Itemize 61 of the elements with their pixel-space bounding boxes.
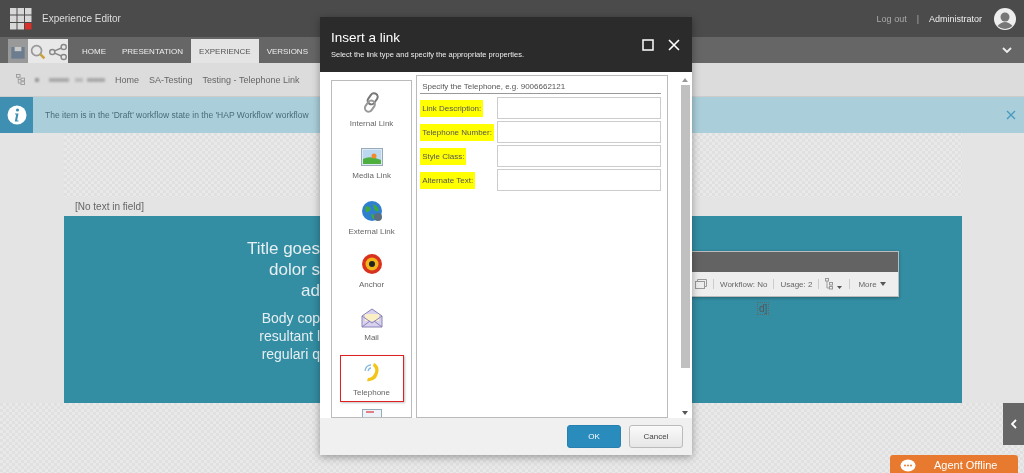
- link-type-item[interactable]: Telephone: [339, 355, 404, 403]
- chat-bubble-icon: [900, 459, 916, 473]
- globe-icon: [360, 199, 383, 222]
- target-icon: [360, 253, 383, 276]
- user-name[interactable]: Administrator: [929, 13, 982, 24]
- redacted-path-drawing: [35, 75, 105, 84]
- app-grid-logo-icon[interactable]: [10, 7, 32, 30]
- hero-body-line: regulari q: [261, 345, 320, 363]
- form-heading: Specify the Telephone, e.g. 9006662121: [420, 80, 662, 94]
- ribbon-tab[interactable]: EXPERIENCE: [191, 39, 259, 63]
- collapse-panel-button[interactable]: [1003, 403, 1024, 445]
- chat-button[interactable]: Agent Offline: [890, 455, 1018, 473]
- ribbon-tab[interactable]: PRESENTATION: [114, 39, 192, 63]
- hero-title-line: dolor s: [268, 259, 320, 280]
- chevron-left-icon: [1010, 419, 1017, 429]
- field-label: Telephone Number:: [420, 123, 494, 141]
- toolbar-info-text: Usage: 2: [780, 279, 813, 289]
- field-label: Alternate Text:: [420, 171, 476, 189]
- image-icon: [360, 148, 383, 166]
- breadcrumb-link[interactable]: Home: [115, 74, 139, 85]
- tree-dropdown-icon[interactable]: [825, 278, 844, 290]
- link-type-item[interactable]: Mail: [339, 301, 404, 349]
- breadcrumb-link[interactable]: SA-Testing: [149, 74, 193, 85]
- avatar-icon[interactable]: [994, 7, 1016, 30]
- ok-button[interactable]: OK: [567, 425, 621, 448]
- dialog-title: Insert a link: [331, 30, 402, 45]
- separator-text: |: [916, 13, 919, 24]
- cancel-button[interactable]: Cancel: [629, 425, 683, 448]
- more-dropdown[interactable]: More: [856, 279, 888, 289]
- field-label: Style Class:: [420, 147, 467, 165]
- caret-icon: [879, 282, 886, 286]
- ribbon-tab[interactable]: VERSIONS: [258, 39, 316, 63]
- field-label: Link Description:: [420, 99, 484, 117]
- link-type-item[interactable]: Anchor: [339, 248, 404, 295]
- logout-link[interactable]: Log out: [876, 13, 907, 24]
- text-input[interactable]: [497, 145, 662, 167]
- notification-text: The item is in the 'Draft' workflow state in the 'HAP Workflow' workflow: [45, 110, 309, 120]
- toolbar-info-text: Workflow: No: [720, 279, 768, 289]
- text-input[interactable]: [497, 169, 662, 191]
- link-type-item[interactable]: Internal Link: [339, 87, 404, 134]
- maximize-icon[interactable]: [642, 38, 654, 51]
- empty-field-text[interactable]: [No text in field]: [75, 201, 144, 212]
- scroll-down-icon[interactable]: [682, 411, 689, 415]
- ribbon-tab[interactable]: HOME: [74, 39, 114, 63]
- hero-body-line: resultant l: [259, 327, 320, 345]
- link-type-item[interactable]: External Link: [339, 194, 404, 241]
- save-icon[interactable]: [8, 39, 28, 65]
- app-title: Experience Editor: [42, 13, 121, 24]
- chevron-down-icon[interactable]: [1002, 47, 1012, 53]
- info-icon: [0, 97, 33, 133]
- text-input[interactable]: [497, 97, 662, 119]
- hero-title-line: Title goes: [246, 238, 320, 259]
- tree-icon[interactable]: [16, 74, 25, 85]
- scroll-up-icon[interactable]: [682, 78, 689, 82]
- text-input[interactable]: [497, 121, 662, 143]
- link-type-item[interactable]: Media Link: [339, 140, 404, 188]
- hero-body-line: Body cop: [261, 309, 320, 327]
- envelope-icon: [360, 308, 383, 328]
- window-icon[interactable]: [695, 279, 707, 289]
- hero-title-line: ad: [301, 280, 320, 301]
- breadcrumb-link[interactable]: Testing - Telephone Link: [202, 74, 300, 85]
